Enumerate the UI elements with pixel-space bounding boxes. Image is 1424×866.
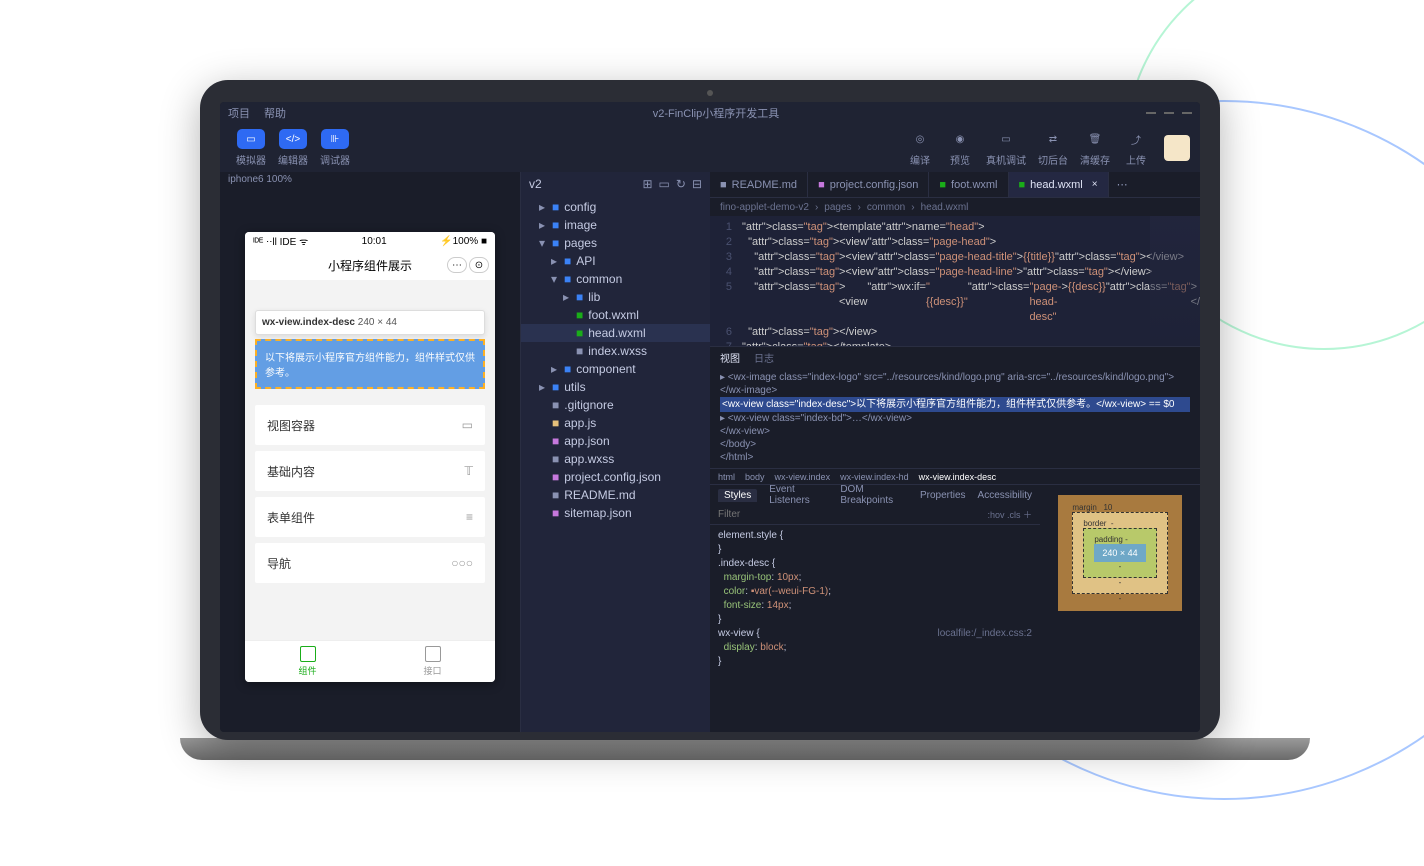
tree-node[interactable]: ▸■lib (521, 288, 710, 306)
upload-button[interactable]: ⤴上传 (1122, 129, 1150, 167)
style-tab[interactable]: Properties (920, 490, 966, 501)
clear-cache-button[interactable]: 🗑清缓存 (1080, 129, 1110, 167)
inspector-tab-other[interactable]: 日志 (754, 350, 774, 365)
path-segment[interactable]: wx-view.index (775, 472, 831, 482)
status-time: 10:01 (362, 236, 387, 247)
list-item[interactable]: 视图容器▭ (255, 405, 485, 445)
nav-bar: 小程序组件展示 ⋯ ⊙ (245, 250, 495, 280)
element-path[interactable]: html body wx-view.index wx-view.index-hd wx-… (710, 468, 1200, 484)
dom-tree[interactable]: ▸ <wx-image class="index-logo" src="../r… (710, 367, 1200, 468)
tree-node[interactable]: ▸■API (521, 252, 710, 270)
signal-icon: ᴵᴰᴱ ⋅⋅ll IDE ᯤ (253, 234, 308, 248)
avatar[interactable] (1164, 135, 1190, 161)
page-title: 小程序组件展示 (328, 257, 412, 274)
path-segment[interactable]: body (745, 472, 765, 482)
tab-interface[interactable]: 接口 (370, 641, 495, 682)
tree-node[interactable]: ■app.json (521, 432, 710, 450)
switch-bg-button[interactable]: ⇄切后台 (1038, 129, 1068, 167)
hov-cls-toggle[interactable]: :hov .cls ＋ (987, 508, 1032, 521)
compile-button[interactable]: ◎编译 (906, 129, 934, 167)
tree-node[interactable]: ▸■utils (521, 378, 710, 396)
tree-node[interactable]: ■README.md (521, 486, 710, 504)
minimap[interactable] (1150, 216, 1200, 346)
list-item[interactable]: 导航○○○ (255, 543, 485, 583)
laptop-frame: 项目 帮助 v2-FinClip小程序开发工具 ▭模拟器 </>编辑器 ⊪调试器… (180, 80, 1240, 770)
tree-node[interactable]: ▸■image (521, 216, 710, 234)
tree-node[interactable]: ▾■pages (521, 234, 710, 252)
tree-node[interactable]: ■head.wxml (521, 324, 710, 342)
editor-tab[interactable]: ■foot.wxml (929, 172, 1008, 197)
min-icon[interactable] (1146, 112, 1156, 114)
editor-tab[interactable]: ■README.md (710, 172, 808, 197)
tree-node[interactable]: ■app.js (521, 414, 710, 432)
titlebar: 项目 帮助 v2-FinClip小程序开发工具 (220, 102, 1200, 124)
css-rules[interactable]: element.style {}.index-desc {</span> mar… (710, 525, 1040, 673)
tree-node[interactable]: ■sitemap.json (521, 504, 710, 522)
menu-project[interactable]: 项目 (228, 105, 250, 121)
simulator-toggle[interactable]: ▭模拟器 (236, 129, 266, 167)
editor-tab[interactable]: ■project.config.json (808, 172, 929, 197)
tree-node[interactable]: ▾■common (521, 270, 710, 288)
style-tab[interactable]: Accessibility (978, 490, 1032, 501)
style-tab[interactable]: Styles (718, 489, 757, 502)
tab-components[interactable]: 组件 (245, 641, 370, 682)
tree-node[interactable]: ■foot.wxml (521, 306, 710, 324)
filter-input[interactable] (718, 509, 987, 520)
tree-node[interactable]: ▸■config (521, 198, 710, 216)
remote-debug-button[interactable]: ▭真机调试 (986, 129, 1026, 167)
laptop-base (180, 738, 1310, 760)
highlighted-element[interactable]: 以下将展示小程序官方组件能力，组件样式仅供参考。 (255, 339, 485, 389)
battery-icon: ⚡100% ■ (440, 236, 487, 247)
refresh-icon[interactable]: ↻ (676, 177, 686, 191)
editor-tab[interactable]: ■head.wxml× (1009, 172, 1109, 197)
editor-tabs: ■README.md■project.config.json■foot.wxml… (710, 172, 1200, 198)
list-item[interactable]: 表单组件≡ (255, 497, 485, 537)
path-segment[interactable]: html (718, 472, 735, 482)
camera-dot (707, 90, 713, 96)
app-screen: 项目 帮助 v2-FinClip小程序开发工具 ▭模拟器 </>编辑器 ⊪调试器… (220, 102, 1200, 732)
new-folder-icon[interactable]: ▭ (659, 177, 670, 191)
style-tab[interactable]: Event Listeners (769, 484, 828, 506)
list-item[interactable]: 基础内容𝕋 (255, 451, 485, 491)
max-icon[interactable] (1164, 112, 1174, 114)
tree-node[interactable]: ■.gitignore (521, 396, 710, 414)
menu-help[interactable]: 帮助 (264, 105, 286, 121)
tree-node[interactable]: ■app.wxss (521, 450, 710, 468)
box-model: margin 10 border - padding - 240 × 44 - … (1040, 485, 1200, 732)
code-editor[interactable]: 1"attr">class="tag"><template "attr">nam… (710, 216, 1200, 346)
path-segment[interactable]: wx-view.index-desc (919, 472, 997, 482)
phone-simulator: ᴵᴰᴱ ⋅⋅ll IDE ᯤ 10:01 ⚡100% ■ 小程序组件展示 ⋯ ⊙… (245, 232, 495, 682)
inspector-tab-view[interactable]: 视图 (720, 350, 740, 365)
debugger-toggle[interactable]: ⊪调试器 (320, 129, 350, 167)
element-tooltip: wx-view.index-desc 240 × 44 (255, 310, 485, 335)
tree-node[interactable]: ■index.wxss (521, 342, 710, 360)
device-info[interactable]: iphone6 100% (220, 172, 520, 192)
breadcrumb: fino-applet-demo-v2 › pages › common › h… (710, 198, 1200, 216)
style-tabs: Styles Event Listeners DOM Breakpoints Prop… (710, 485, 1040, 505)
tree-node[interactable]: ▸■component (521, 360, 710, 378)
new-file-icon[interactable]: ⊞ (642, 177, 652, 191)
style-tab[interactable]: DOM Breakpoints (840, 484, 908, 506)
collapse-icon[interactable]: ⊟ (692, 177, 702, 191)
toolbar: ▭模拟器 </>编辑器 ⊪调试器 ◎编译 ◉预览 ▭真机调试 ⇄切后台 🗑清缓存… (220, 124, 1200, 172)
tree-root[interactable]: v2 (529, 177, 542, 191)
tree-node[interactable]: ■project.config.json (521, 468, 710, 486)
editor-toggle[interactable]: </>编辑器 (278, 129, 308, 167)
tab-overflow[interactable]: ⋯ (1109, 172, 1136, 197)
close-icon[interactable] (1182, 112, 1192, 114)
preview-button[interactable]: ◉预览 (946, 129, 974, 167)
status-bar: ᴵᴰᴱ ⋅⋅ll IDE ᯤ 10:01 ⚡100% ■ (245, 232, 495, 250)
path-segment[interactable]: wx-view.index-hd (840, 472, 909, 482)
window-title: v2-FinClip小程序开发工具 (286, 105, 1146, 121)
more-icon[interactable]: ⋯ (447, 257, 467, 273)
file-tree: ▸■config▸■image▾■pages▸■API▾■common▸■lib… (521, 196, 710, 524)
close-capsule-icon[interactable]: ⊙ (469, 257, 489, 273)
